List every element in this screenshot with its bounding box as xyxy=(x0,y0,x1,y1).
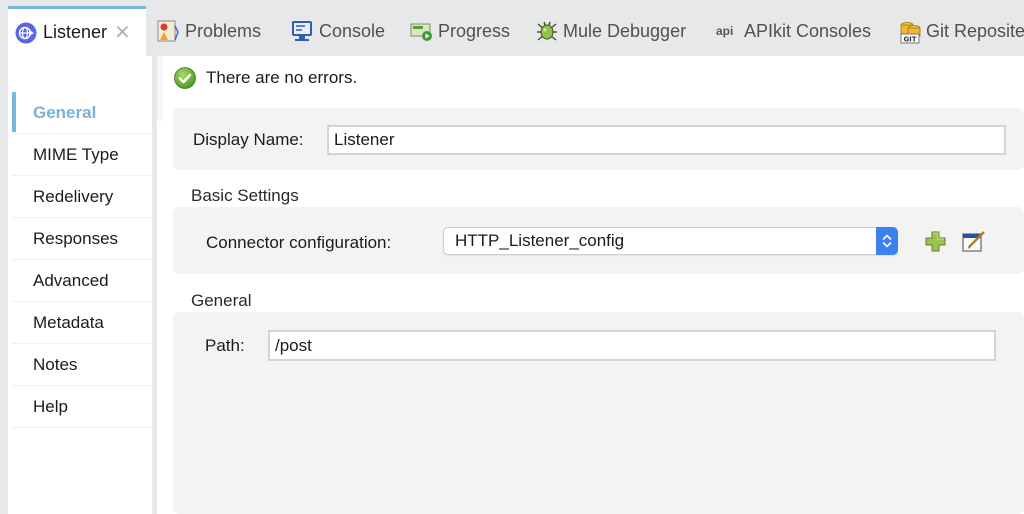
tab-label: Listener xyxy=(43,22,108,42)
listener-globe-icon xyxy=(15,22,37,44)
tab-label: APIkit Consoles xyxy=(744,20,872,41)
select-stepper-icon[interactable] xyxy=(876,227,898,255)
tab-console[interactable]: Console xyxy=(291,6,385,56)
tab-listener[interactable]: Listener ✕ xyxy=(8,6,146,56)
display-name-label: Display Name: xyxy=(193,130,304,149)
sidebar-item-label: Advanced xyxy=(33,270,109,290)
validation-status: There are no errors. xyxy=(174,67,357,89)
close-icon[interactable]: ✕ xyxy=(114,20,131,45)
svg-text:GIT: GIT xyxy=(903,36,916,44)
tab-label: Console xyxy=(319,20,386,41)
git-repository-icon: GIT xyxy=(898,20,921,44)
editor-tab-bar: Listener ✕ Problems Console Progress Mul… xyxy=(0,0,1024,56)
sidebar-item-label: Notes xyxy=(33,354,78,374)
progress-icon xyxy=(410,20,432,42)
sidebar-item-label: General xyxy=(33,102,97,122)
display-name-field[interactable]: Listener xyxy=(327,125,1006,155)
tab-mule-debugger[interactable]: Mule Debugger xyxy=(535,6,686,56)
sidebar-item-label: Redelivery xyxy=(33,186,114,206)
tab-git-repositories[interactable]: GIT Git Reposite xyxy=(898,6,1024,56)
sidebar-item-label: Help xyxy=(33,396,68,416)
sidebar-item-notes[interactable]: Notes xyxy=(12,344,152,386)
api-icon: api xyxy=(716,24,734,38)
add-config-icon[interactable] xyxy=(924,230,948,254)
bug-icon xyxy=(535,20,557,42)
tab-label: Mule Debugger xyxy=(563,20,687,41)
general-section-title: General xyxy=(191,291,252,310)
edit-config-icon[interactable] xyxy=(961,229,985,253)
connector-config-select[interactable]: HTTP_Listener_config xyxy=(443,227,898,255)
properties-content: There are no errors. Display Name: Liste… xyxy=(157,56,1024,514)
basic-settings-title: Basic Settings xyxy=(191,186,299,205)
content-gutter xyxy=(157,56,163,121)
sidebar-item-redelivery[interactable]: Redelivery xyxy=(12,176,152,218)
tab-problems[interactable]: Problems xyxy=(157,6,261,56)
sidebar-item-responses[interactable]: Responses xyxy=(12,218,152,260)
sidebar-item-advanced[interactable]: Advanced xyxy=(12,260,152,302)
tab-label: Git Reposite xyxy=(926,20,1024,41)
connector-config-label: Connector configuration: xyxy=(206,233,392,252)
path-field[interactable]: /post xyxy=(268,330,996,361)
console-icon xyxy=(291,20,313,42)
display-name-value: Listener xyxy=(334,130,395,149)
problems-icon xyxy=(157,20,179,42)
sidebar-item-mime-type[interactable]: MIME Type xyxy=(12,134,152,176)
path-label: Path: xyxy=(205,336,245,355)
tab-label: Problems xyxy=(185,20,262,41)
sidebar-item-label: Metadata xyxy=(33,312,104,332)
status-message: There are no errors. xyxy=(206,68,358,87)
sidebar-item-general[interactable]: General xyxy=(12,92,152,134)
tab-progress[interactable]: Progress xyxy=(410,6,510,56)
sidebar-item-metadata[interactable]: Metadata xyxy=(12,302,152,344)
check-ok-icon xyxy=(174,67,196,89)
sidebar-item-label: Responses xyxy=(33,228,119,248)
sidebar-item-label: MIME Type xyxy=(33,144,119,164)
tab-label: Progress xyxy=(438,20,511,41)
path-value: /post xyxy=(275,335,312,355)
sidebar-item-help[interactable]: Help xyxy=(12,386,152,428)
connector-config-value: HTTP_Listener_config xyxy=(455,231,625,250)
tab-apikit-consoles[interactable]: api APIkit Consoles xyxy=(716,6,871,56)
properties-sidebar: General MIME Type Redelivery Responses A… xyxy=(8,56,152,514)
